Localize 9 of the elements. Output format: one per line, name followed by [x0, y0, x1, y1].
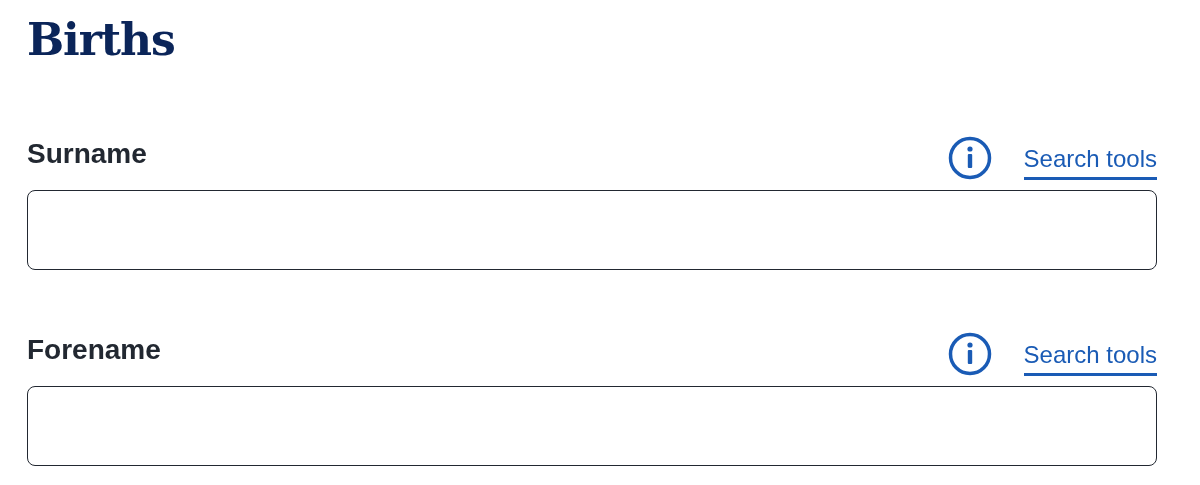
input-field[interactable]: [27, 386, 1157, 466]
field-label: Surname: [27, 137, 147, 171]
field-label: Forename: [27, 333, 161, 367]
search-tools-link[interactable]: Search tools: [1023, 338, 1157, 376]
page-heading: Births: [27, 13, 176, 67]
search-tools-link[interactable]: Search tools: [1023, 142, 1157, 180]
info-icon[interactable]: [947, 136, 992, 180]
info-icon[interactable]: [947, 332, 992, 376]
input-field[interactable]: [27, 190, 1157, 270]
